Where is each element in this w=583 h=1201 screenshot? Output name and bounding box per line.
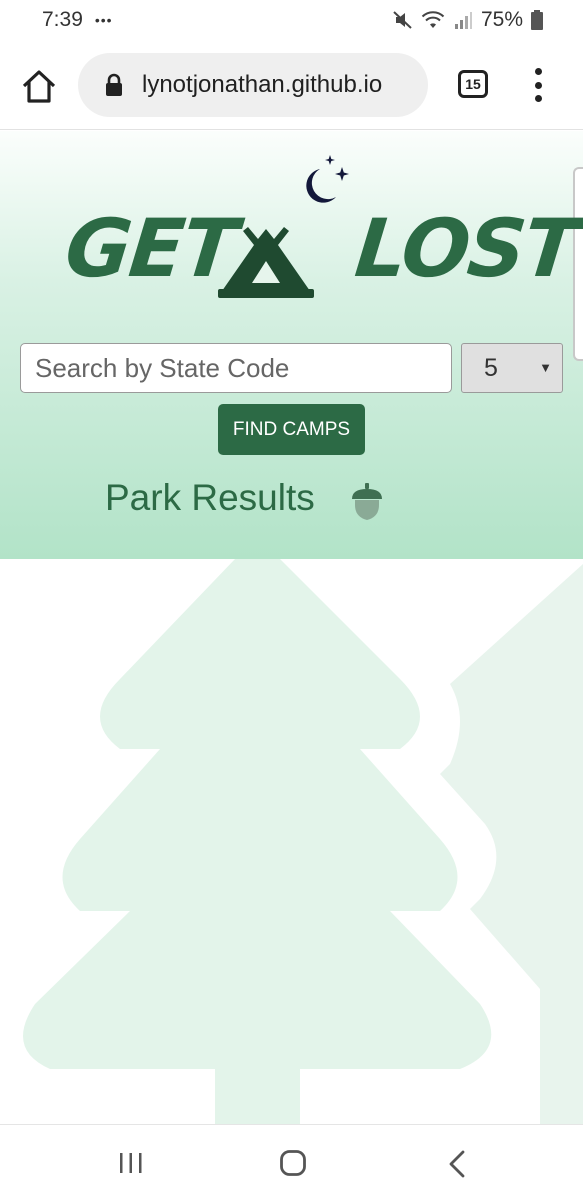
recent-apps-icon[interactable] bbox=[118, 1151, 144, 1175]
search-form: 5 ▼ bbox=[20, 343, 564, 395]
acorn-icon bbox=[352, 483, 382, 520]
site-header: GET LOST 5 ▼ FIND CAMPS Park Results bbox=[0, 131, 583, 559]
status-left: 7:39 ••• bbox=[42, 8, 113, 32]
site-logo: GET LOST bbox=[61, 153, 581, 298]
tabs-icon[interactable]: 15 bbox=[458, 70, 488, 98]
state-code-input[interactable] bbox=[20, 343, 452, 393]
park-results-title: Park Results bbox=[105, 477, 315, 518]
status-time: 7:39 bbox=[42, 8, 83, 31]
logo-lost-text: LOST bbox=[351, 202, 582, 295]
battery-percent: 75% bbox=[480, 8, 523, 31]
status-bar: 7:39 ••• 75% bbox=[0, 0, 583, 40]
signal-icon bbox=[454, 12, 472, 29]
nav-home-icon[interactable] bbox=[279, 1149, 307, 1177]
mute-icon bbox=[393, 11, 412, 29]
menu-icon[interactable] bbox=[528, 68, 548, 102]
result-count-select[interactable]: 5 ▼ bbox=[461, 343, 563, 393]
status-right: 75% bbox=[393, 8, 543, 32]
front-tree bbox=[22, 559, 492, 1124]
logo-get-text: GET bbox=[61, 202, 240, 295]
tab-count: 15 bbox=[465, 76, 481, 92]
tent-icon bbox=[218, 227, 314, 298]
moon-icon bbox=[306, 155, 349, 203]
address-bar[interactable]: lynotjonathan.github.io bbox=[78, 53, 428, 117]
back-icon[interactable] bbox=[446, 1149, 468, 1179]
result-count-value: 5 bbox=[484, 353, 498, 382]
lock-icon bbox=[106, 73, 122, 96]
find-camps-button[interactable]: FIND CAMPS bbox=[218, 404, 365, 455]
browser-toolbar: lynotjonathan.github.io 15 bbox=[0, 40, 583, 130]
notification-dots: ••• bbox=[94, 12, 113, 28]
tree-background bbox=[22, 559, 583, 1124]
wifi-icon bbox=[421, 11, 445, 28]
chevron-down-icon: ▼ bbox=[539, 360, 552, 375]
home-icon[interactable] bbox=[20, 68, 58, 104]
url-text: lynotjonathan.github.io bbox=[142, 71, 383, 98]
battery-icon bbox=[531, 10, 543, 30]
system-nav-bar bbox=[0, 1124, 583, 1201]
